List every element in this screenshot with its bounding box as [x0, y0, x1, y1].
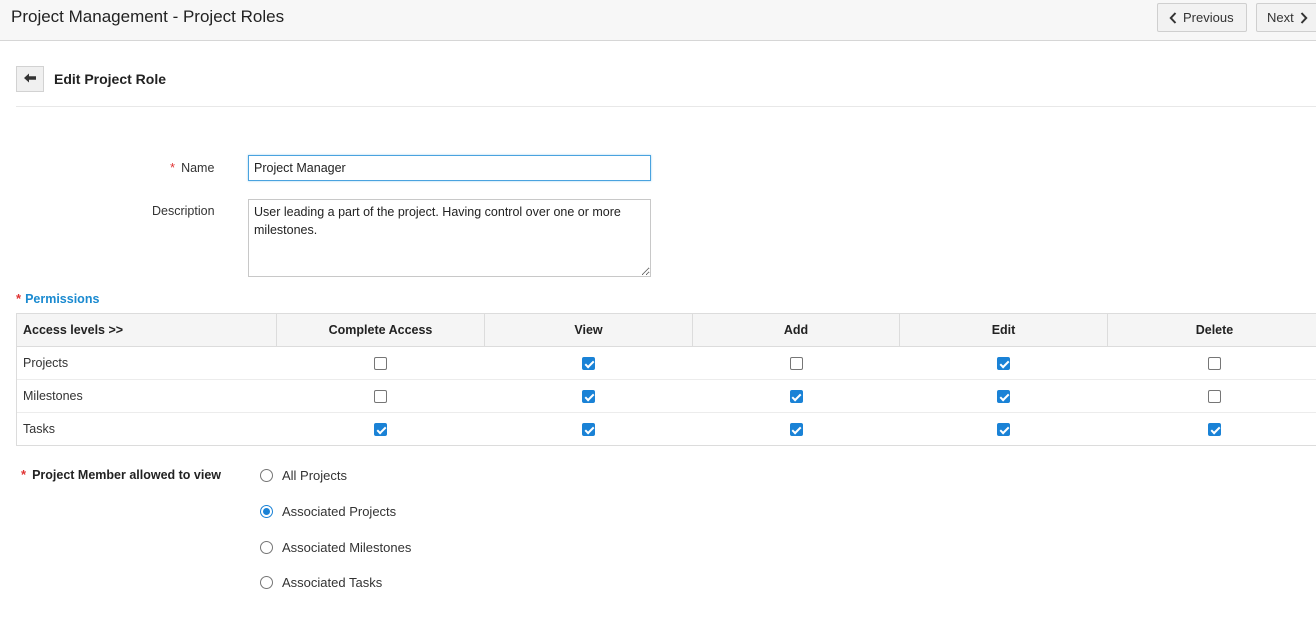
chevron-right-icon: [1300, 11, 1308, 24]
required-asterisk: *: [21, 467, 27, 482]
radio-button[interactable]: [260, 576, 273, 589]
column-header: Complete Access: [276, 313, 485, 347]
permission-checkbox[interactable]: [582, 390, 595, 404]
next-button[interactable]: Next: [1256, 3, 1316, 32]
radio-label: Associated Projects: [282, 504, 397, 519]
page-title: Project Management - Project Roles: [11, 7, 285, 26]
previous-button[interactable]: Previous: [1157, 3, 1247, 32]
name-label-text: Name: [181, 161, 215, 175]
permission-checkbox[interactable]: [1208, 357, 1221, 371]
chevron-left-icon: [1169, 11, 1177, 24]
permission-checkbox[interactable]: [1208, 423, 1221, 437]
radio-label: Associated Milestones: [282, 540, 412, 555]
radio-button[interactable]: [260, 505, 273, 518]
member-view-label-text: Project Member allowed to view: [32, 468, 222, 482]
permission-checkbox[interactable]: [374, 390, 387, 404]
permission-checkbox[interactable]: [789, 423, 803, 437]
arrow-left-icon: [24, 70, 36, 88]
radio-option[interactable]: Associated Milestones: [260, 540, 411, 555]
radio-option[interactable]: All Projects: [260, 468, 347, 483]
radio-button[interactable]: [260, 469, 273, 482]
column-header: View: [484, 313, 693, 347]
name-label: * Name: [170, 160, 214, 175]
permissions-table: Access levels >> Complete Access View Ad…: [16, 313, 1316, 446]
name-input[interactable]: [248, 155, 651, 181]
member-view-label: * Project Member allowed to view: [21, 467, 221, 482]
table-row: Tasks: [16, 412, 1316, 446]
row-label: Projects: [16, 346, 277, 380]
permission-checkbox[interactable]: [582, 423, 595, 437]
row-label: Milestones: [16, 379, 277, 413]
radio-label: All Projects: [282, 468, 348, 483]
permission-checkbox[interactable]: [374, 423, 387, 437]
row-label: Tasks: [16, 412, 277, 446]
permission-checkbox[interactable]: [997, 357, 1010, 371]
radio-option[interactable]: Associated Projects: [260, 504, 396, 519]
column-header: Delete: [1107, 313, 1316, 347]
permission-checkbox[interactable]: [374, 357, 387, 371]
table-row: Projects: [16, 346, 1316, 380]
required-asterisk: *: [16, 291, 22, 306]
permission-checkbox[interactable]: [997, 390, 1010, 404]
column-header: Access levels >>: [16, 313, 277, 347]
back-button[interactable]: [16, 66, 44, 92]
column-header: Edit: [899, 313, 1108, 347]
section-title: Edit Project Role: [54, 71, 167, 87]
permissions-label: * Permissions: [16, 291, 99, 306]
permission-checkbox[interactable]: [789, 390, 803, 404]
required-asterisk: *: [170, 160, 176, 175]
description-textarea[interactable]: User leading a part of the project. Havi…: [248, 199, 651, 277]
permission-checkbox[interactable]: [789, 357, 803, 371]
next-label: Next: [1267, 10, 1294, 25]
table-row: Milestones: [16, 379, 1316, 413]
column-header: Add: [692, 313, 900, 347]
permissions-label-text: Permissions: [25, 292, 100, 306]
permission-checkbox[interactable]: [997, 423, 1010, 437]
permissions-header-row: Access levels >> Complete Access View Ad…: [16, 313, 1316, 347]
divider: [16, 106, 1316, 107]
radio-label: Associated Tasks: [282, 575, 383, 590]
top-bar: Project Management - Project Roles Previ…: [0, 0, 1316, 41]
description-label: Description: [152, 204, 215, 218]
radio-option[interactable]: Associated Tasks: [260, 575, 382, 590]
previous-label: Previous: [1183, 10, 1234, 25]
radio-button[interactable]: [260, 541, 273, 554]
permission-checkbox[interactable]: [1208, 390, 1221, 404]
permission-checkbox[interactable]: [582, 357, 595, 371]
